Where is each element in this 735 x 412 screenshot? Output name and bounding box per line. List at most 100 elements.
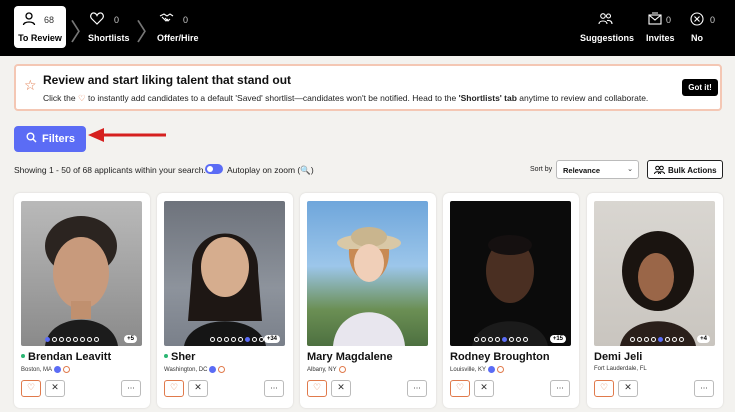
no-label: No bbox=[691, 33, 703, 43]
banner-text-part: anytime to review and collaborate. bbox=[516, 93, 649, 103]
heart-icon: ♡ bbox=[77, 93, 86, 103]
candidate-photo[interactable]: +15 bbox=[450, 201, 571, 346]
like-button[interactable]: ♡ bbox=[21, 380, 41, 397]
reject-button[interactable]: ✕ bbox=[188, 380, 208, 397]
candidate-photo[interactable] bbox=[307, 201, 428, 346]
tab-shortlists[interactable]: 0 Shortlists bbox=[88, 6, 130, 48]
banner-text: Click the ♡ to instantly add candidates … bbox=[43, 93, 648, 104]
reject-button[interactable]: ✕ bbox=[45, 380, 65, 397]
candidate-card[interactable]: +15 Rodney Broughton Louisville, KY ♡ ✕ … bbox=[443, 193, 579, 408]
candidate-location-text: Louisville, KY bbox=[450, 367, 487, 374]
invites-label: Invites bbox=[646, 33, 675, 43]
candidate-card[interactable]: +34 Sher Washington, DC ♡ ✕ ··· bbox=[157, 193, 293, 408]
autoplay-label: Autoplay on zoom (🔍) bbox=[227, 165, 314, 175]
online-indicator bbox=[21, 354, 25, 359]
photo-pagination[interactable] bbox=[210, 337, 264, 342]
candidate-name: Brendan Leavitt bbox=[21, 351, 111, 363]
portrait-image bbox=[472, 235, 548, 346]
offer-hire-count: 0 bbox=[183, 15, 189, 25]
candidate-location-text: Albany, NY bbox=[307, 367, 337, 374]
results-count-text: Showing 1 - 50 of 68 applicants within y… bbox=[14, 165, 206, 175]
envelope-icon bbox=[648, 12, 662, 25]
tab-to-review[interactable]: 68 To Review bbox=[14, 6, 66, 48]
reject-button[interactable]: ✕ bbox=[618, 380, 638, 397]
bulk-actions-button[interactable]: Bulk Actions bbox=[647, 160, 723, 179]
more-options-button[interactable]: ··· bbox=[264, 380, 284, 397]
sparkle-icon bbox=[209, 366, 217, 373]
filters-label: Filters bbox=[42, 133, 76, 145]
like-button[interactable]: ♡ bbox=[164, 380, 184, 397]
candidate-photo[interactable]: +34 bbox=[164, 201, 285, 346]
reject-button[interactable]: ✕ bbox=[474, 380, 494, 397]
more-photos-badge: +4 bbox=[697, 335, 710, 343]
shortlists-count: 0 bbox=[114, 15, 120, 25]
no-button[interactable]: 0 No bbox=[690, 6, 720, 48]
search-icon bbox=[26, 132, 37, 143]
got-it-button[interactable]: Got it! bbox=[682, 79, 718, 96]
handshake-icon bbox=[159, 13, 174, 22]
candidate-name-text: Sher bbox=[171, 351, 196, 363]
more-options-button[interactable]: ··· bbox=[694, 380, 714, 397]
rate-icon bbox=[497, 366, 505, 373]
candidate-card[interactable]: +5 Brendan Leavitt Boston, MA ♡ ✕ ··· bbox=[14, 193, 150, 408]
candidate-photo[interactable]: +4 bbox=[594, 201, 715, 346]
suggestions-button[interactable]: Suggestions bbox=[580, 6, 634, 48]
rate-icon bbox=[218, 366, 226, 373]
candidate-location: Fort Lauderdale, FL bbox=[594, 366, 647, 372]
chevron-down-icon: ⌄ bbox=[627, 165, 633, 173]
portrait-image bbox=[620, 231, 696, 346]
sparkle-icon bbox=[54, 366, 62, 373]
sort-by-label: Sort by bbox=[530, 166, 553, 173]
more-options-button[interactable]: ··· bbox=[407, 380, 427, 397]
photo-pagination[interactable] bbox=[474, 337, 528, 342]
candidate-name: Rodney Broughton bbox=[450, 351, 550, 363]
banner-shortlists-tab-text: 'Shortlists' tab bbox=[458, 93, 517, 103]
candidate-name-text: Rodney Broughton bbox=[450, 351, 550, 363]
candidate-name-text: Brendan Leavitt bbox=[28, 351, 112, 363]
people-icon bbox=[654, 165, 665, 175]
candidate-location-text: Boston, MA bbox=[21, 367, 53, 374]
filters-button[interactable]: Filters bbox=[14, 126, 86, 152]
banner-title: Review and start liking talent that stan… bbox=[43, 73, 292, 87]
candidate-name-text: Demi Jeli bbox=[594, 351, 643, 363]
online-indicator bbox=[164, 354, 168, 359]
more-photos-badge: +15 bbox=[549, 335, 566, 343]
portrait-image bbox=[333, 227, 405, 346]
candidate-location-text: Washington, DC bbox=[164, 367, 208, 374]
sort-select[interactable]: Relevance ⌄ bbox=[556, 160, 639, 179]
like-button[interactable]: ♡ bbox=[594, 380, 614, 397]
candidate-location: Louisville, KY bbox=[450, 366, 505, 374]
autoplay-toggle[interactable] bbox=[205, 164, 223, 174]
close-circle-icon bbox=[690, 12, 704, 26]
like-button[interactable]: ♡ bbox=[307, 380, 327, 397]
star-icon: ☆ bbox=[24, 78, 37, 94]
tab-shortlists-label: Shortlists bbox=[88, 33, 130, 43]
photo-pagination[interactable] bbox=[630, 337, 684, 342]
candidate-card[interactable]: +4 Demi Jeli Fort Lauderdale, FL ♡ ✕ ··· bbox=[587, 193, 723, 408]
tab-offer-hire-label: Offer/Hire bbox=[157, 33, 199, 43]
candidate-photo[interactable]: +5 bbox=[21, 201, 142, 346]
invites-button[interactable]: 0 Invites bbox=[646, 6, 678, 48]
more-options-button[interactable]: ··· bbox=[550, 380, 570, 397]
no-count: 0 bbox=[710, 15, 716, 25]
heart-icon bbox=[90, 12, 104, 25]
reject-button[interactable]: ✕ bbox=[331, 380, 351, 397]
portrait-image bbox=[184, 233, 266, 346]
candidate-location: Washington, DC bbox=[164, 366, 226, 374]
photo-pagination[interactable] bbox=[45, 337, 99, 342]
candidate-name-text: Mary Magdalene bbox=[307, 351, 393, 363]
candidate-location: Boston, MA bbox=[21, 366, 71, 374]
bulk-actions-label: Bulk Actions bbox=[668, 166, 717, 175]
sparkle-icon bbox=[488, 366, 496, 373]
like-button[interactable]: ♡ bbox=[450, 380, 470, 397]
invites-count: 0 bbox=[666, 15, 672, 25]
more-photos-badge: +5 bbox=[124, 335, 137, 343]
candidate-location: Albany, NY bbox=[307, 366, 346, 373]
candidate-card[interactable]: Mary Magdalene Albany, NY ♡ ✕ ··· bbox=[300, 193, 436, 408]
tab-to-review-label: To Review bbox=[18, 33, 62, 43]
candidate-name: Sher bbox=[164, 351, 195, 363]
rate-icon bbox=[63, 366, 71, 373]
tab-offer-hire[interactable]: 0 Offer/Hire bbox=[157, 6, 199, 48]
candidate-name: Demi Jeli bbox=[594, 351, 642, 363]
more-options-button[interactable]: ··· bbox=[121, 380, 141, 397]
